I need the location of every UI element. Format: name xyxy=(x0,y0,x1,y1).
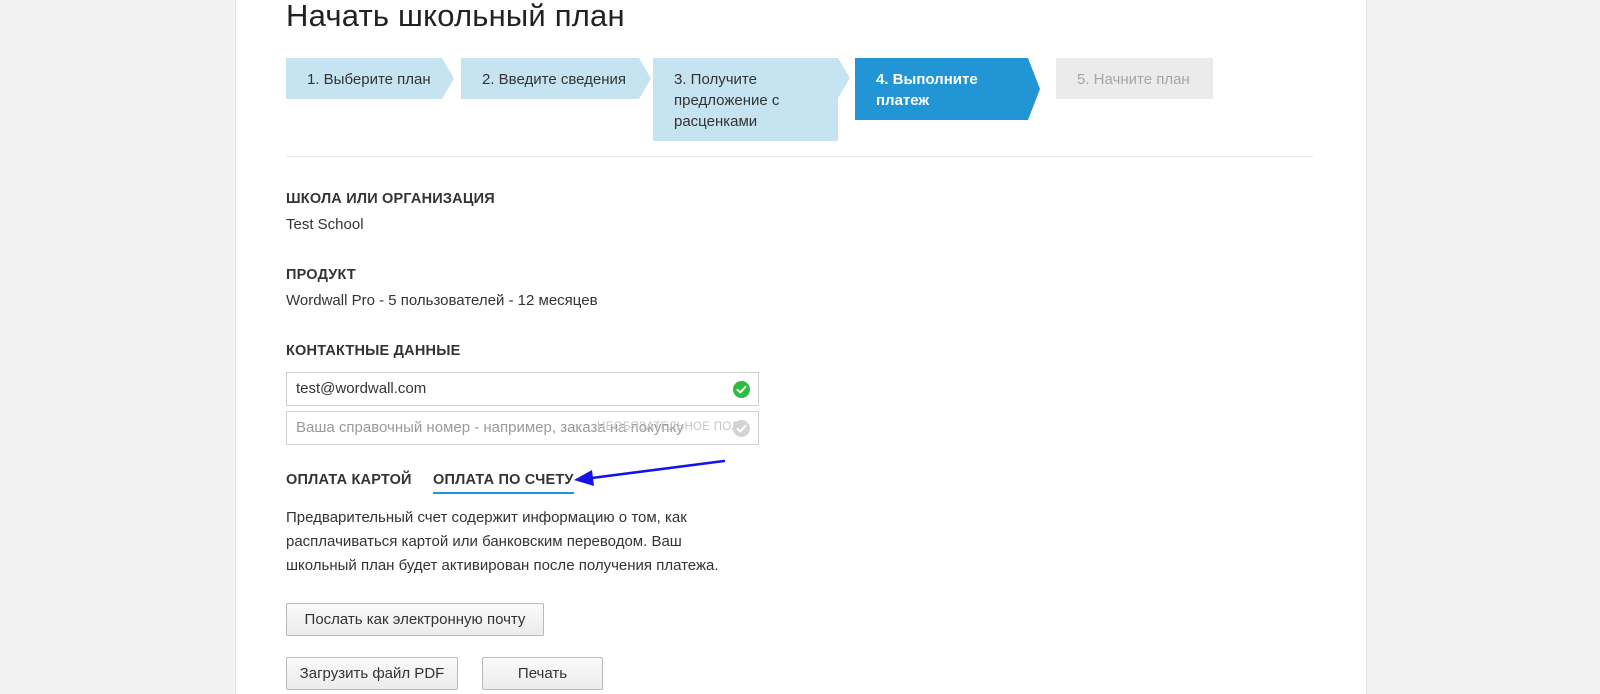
print-button[interactable]: Печать xyxy=(482,657,603,690)
tab-pay-by-card[interactable]: ОПЛАТА КАРТОЙ xyxy=(286,472,412,488)
step-enter-details[interactable]: 2. Введите сведения xyxy=(461,58,651,99)
contact-label: КОНТАКТНЫЕ ДАННЫЕ xyxy=(286,343,461,359)
page-title: Начать школьный план xyxy=(286,0,625,33)
reference-number-field[interactable]: Ваша справочный номер - например, заказа… xyxy=(286,411,759,445)
email-field[interactable]: test@wordwall.com xyxy=(286,372,759,406)
check-circle-icon xyxy=(733,420,750,437)
send-email-button[interactable]: Послать как электронную почту xyxy=(286,603,544,636)
download-pdf-button[interactable]: Загрузить файл PDF xyxy=(286,657,458,690)
step-get-quote[interactable]: 3. Получите предложение с расценками xyxy=(653,58,850,141)
email-value: test@wordwall.com xyxy=(296,380,427,397)
tab-pay-by-invoice[interactable]: ОПЛАТА ПО СЧЕТУ xyxy=(433,472,574,494)
product-value: Wordwall Pro - 5 пользователей - 12 меся… xyxy=(286,292,598,309)
check-circle-icon xyxy=(733,381,750,398)
invoice-description: Предварительный счет содержит информацию… xyxy=(286,509,719,574)
step-start-plan: 5. Начните план xyxy=(1056,58,1213,99)
school-value: Test School xyxy=(286,216,364,233)
product-label: ПРОДУКТ xyxy=(286,267,356,283)
step-make-payment: 4. Выполните платеж xyxy=(855,58,1040,120)
school-label: ШКОЛА ИЛИ ОРГАНИЗАЦИЯ xyxy=(286,191,495,207)
annotation-arrow-icon xyxy=(574,459,726,486)
step-choose-plan[interactable]: 1. Выберите план xyxy=(286,58,454,99)
optional-field-hint: НЕОБЯЗАТЕЛЬНОЕ ПОЛЕ xyxy=(597,421,748,433)
progress-steps: 1. Выберите план 2. Введите сведения 3. … xyxy=(286,58,1246,142)
section-divider xyxy=(286,156,1313,157)
